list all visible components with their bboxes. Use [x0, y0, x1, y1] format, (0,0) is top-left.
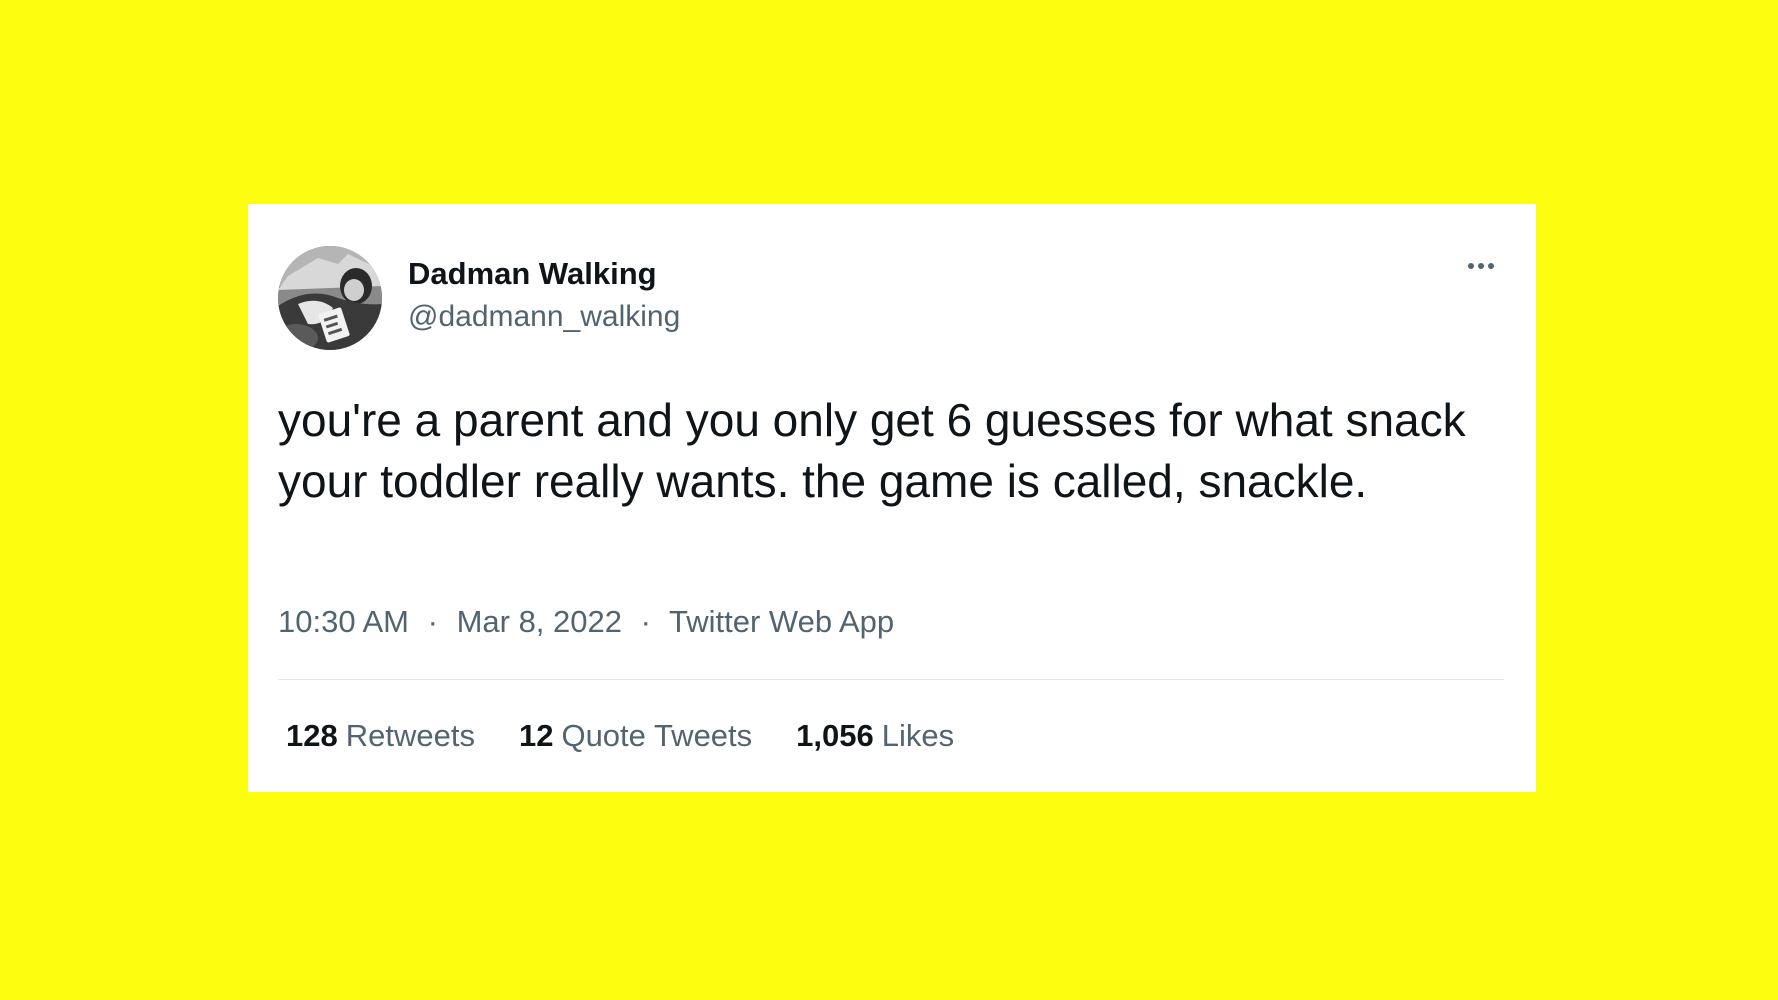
user-handle[interactable]: @dadmann_walking: [408, 300, 680, 334]
tweet-source[interactable]: Twitter Web App: [669, 604, 894, 639]
tweet-time[interactable]: 10:30 AM: [278, 604, 409, 639]
avatar-photo-icon: [278, 246, 382, 350]
meta-separator: ·: [427, 604, 438, 639]
avatar[interactable]: [278, 246, 382, 350]
engagement-stats: 128 Retweets 12 Quote Tweets 1,056 Likes: [286, 718, 954, 754]
quote-tweets-count: 12: [518, 718, 554, 753]
quote-tweets-label: Quote Tweets: [561, 718, 753, 753]
tweet-text: you're a parent and you only get 6 guess…: [278, 394, 1466, 507]
likes-count: 1,056: [796, 718, 874, 753]
tweet-date[interactable]: Mar 8, 2022: [457, 604, 622, 639]
more-horizontal-icon: [1468, 263, 1474, 269]
retweets-label: Retweets: [345, 718, 475, 753]
likes-stat[interactable]: 1,056 Likes: [796, 718, 954, 754]
retweets-stat[interactable]: 128 Retweets: [286, 718, 475, 754]
divider: [278, 679, 1504, 680]
retweets-count: 128: [286, 718, 338, 753]
likes-label: Likes: [881, 718, 955, 753]
display-name[interactable]: Dadman Walking: [408, 256, 657, 292]
more-options-button[interactable]: [1461, 254, 1501, 278]
meta-separator: ·: [640, 604, 651, 639]
tweet-metadata: 10:30 AM · Mar 8, 2022 · Twitter Web App: [278, 604, 894, 640]
quote-tweets-stat[interactable]: 12 Quote Tweets: [519, 718, 752, 754]
tweet-card: Dadman Walking @dadmann_walking you're a…: [248, 204, 1536, 792]
